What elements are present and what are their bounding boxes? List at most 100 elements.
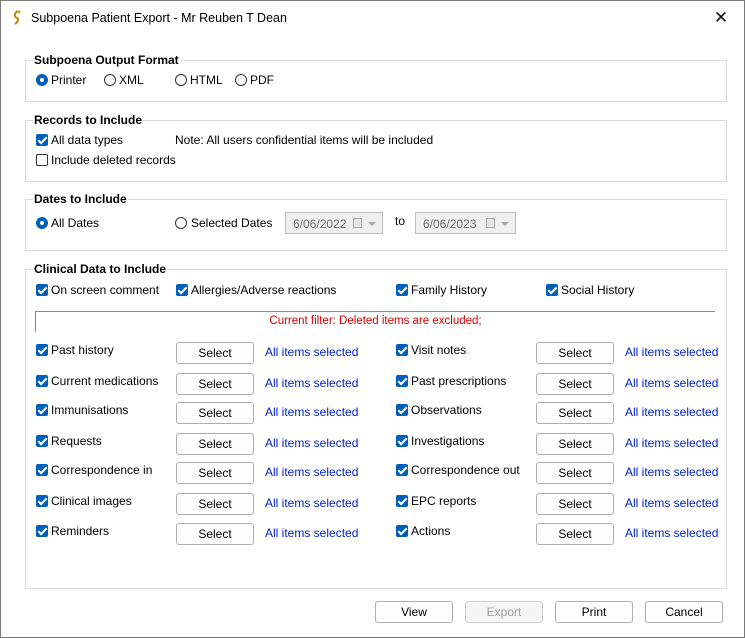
all-dates-label: All Dates bbox=[51, 216, 100, 230]
from-date-picker[interactable]: 6/06/2022 bbox=[285, 212, 383, 234]
right-item-checkbox[interactable] bbox=[396, 404, 408, 416]
select-button[interactable]: Select bbox=[536, 433, 614, 455]
radio-xml-label: XML bbox=[119, 73, 144, 87]
social-history-checkbox[interactable] bbox=[546, 284, 558, 296]
right-item-label: EPC reports bbox=[411, 494, 477, 508]
left-item-checkbox[interactable] bbox=[36, 525, 48, 537]
selection-status: All items selected bbox=[265, 496, 359, 510]
select-button[interactable]: Select bbox=[536, 462, 614, 484]
window-title: Subpoena Patient Export - Mr Reuben T De… bbox=[31, 11, 287, 25]
radio-printer-dot[interactable] bbox=[36, 74, 48, 86]
to-date-picker[interactable]: 6/06/2023 bbox=[415, 212, 516, 234]
select-button[interactable]: Select bbox=[176, 433, 254, 455]
left-item-checkbox[interactable] bbox=[36, 435, 48, 447]
left-item-label: Requests bbox=[51, 434, 102, 448]
family-history-label: Family History bbox=[411, 283, 488, 297]
selection-status: All items selected bbox=[625, 526, 719, 540]
radio-printer-label: Printer bbox=[51, 73, 87, 87]
view-button[interactable]: View bbox=[375, 601, 453, 623]
selection-status: All items selected bbox=[625, 465, 719, 479]
selected-dates-radio[interactable] bbox=[175, 217, 187, 229]
left-item-checkbox[interactable] bbox=[36, 375, 48, 387]
chevron-down-icon bbox=[501, 222, 509, 226]
records-group bbox=[25, 120, 727, 182]
radio-pdf-label: PDF bbox=[250, 73, 274, 87]
right-item-label: Correspondence out bbox=[411, 463, 520, 477]
select-button[interactable]: Select bbox=[176, 462, 254, 484]
left-item-checkbox[interactable] bbox=[36, 495, 48, 507]
radio-pdf-dot[interactable] bbox=[235, 74, 247, 86]
left-item-label: Reminders bbox=[51, 524, 110, 538]
selection-status: All items selected bbox=[265, 465, 359, 479]
select-button[interactable]: Select bbox=[536, 523, 614, 545]
selection-status: All items selected bbox=[265, 345, 359, 359]
right-item-label: Observations bbox=[411, 403, 482, 417]
cancel-button[interactable]: Cancel bbox=[645, 601, 723, 623]
select-button[interactable]: Select bbox=[536, 342, 614, 364]
to-date-value: 6/06/2023 bbox=[423, 217, 477, 231]
right-item-checkbox[interactable] bbox=[396, 435, 408, 447]
selection-status: All items selected bbox=[625, 345, 719, 359]
left-item-label: Correspondence in bbox=[51, 463, 153, 477]
filter-bar: Current filter: Deleted items are exclud… bbox=[35, 311, 715, 332]
export-dialog: Subpoena Patient Export - Mr Reuben T De… bbox=[0, 0, 745, 638]
left-item-checkbox[interactable] bbox=[36, 464, 48, 476]
records-title: Records to Include bbox=[33, 113, 144, 127]
app-icon bbox=[13, 10, 21, 25]
from-date-value: 6/06/2022 bbox=[293, 217, 347, 231]
allergies-checkbox[interactable] bbox=[176, 284, 188, 296]
calendar-icon bbox=[353, 218, 362, 228]
confidential-note: Note: All users confidential items will … bbox=[175, 133, 434, 147]
export-button[interactable]: Export bbox=[465, 601, 543, 623]
right-item-checkbox[interactable] bbox=[396, 375, 408, 387]
right-item-checkbox[interactable] bbox=[396, 344, 408, 356]
left-item-checkbox[interactable] bbox=[36, 404, 48, 416]
selection-status: All items selected bbox=[625, 436, 719, 450]
selection-status: All items selected bbox=[625, 405, 719, 419]
select-button[interactable]: Select bbox=[536, 373, 614, 395]
right-item-checkbox[interactable] bbox=[396, 495, 408, 507]
select-button[interactable]: Select bbox=[176, 373, 254, 395]
right-item-checkbox[interactable] bbox=[396, 464, 408, 476]
social-history-label: Social History bbox=[561, 283, 635, 297]
close-icon[interactable]: ✕ bbox=[698, 1, 744, 35]
radio-html-dot[interactable] bbox=[175, 74, 187, 86]
to-label: to bbox=[395, 214, 406, 228]
right-item-label: Actions bbox=[411, 524, 451, 538]
filter-text: Current filter: Deleted items are exclud… bbox=[269, 315, 482, 327]
select-button[interactable]: Select bbox=[176, 342, 254, 364]
select-button[interactable]: Select bbox=[536, 402, 614, 424]
select-button[interactable]: Select bbox=[176, 493, 254, 515]
radio-html-label: HTML bbox=[190, 73, 223, 87]
right-item-label: Visit notes bbox=[411, 343, 467, 357]
family-history-checkbox[interactable] bbox=[396, 284, 408, 296]
clinical-title: Clinical Data to Include bbox=[33, 262, 168, 276]
selection-status: All items selected bbox=[625, 376, 719, 390]
include-deleted-label: Include deleted records bbox=[51, 153, 176, 167]
on-screen-comment-checkbox[interactable] bbox=[36, 284, 48, 296]
title-bar: Subpoena Patient Export - Mr Reuben T De… bbox=[1, 1, 744, 35]
selected-dates-label: Selected Dates bbox=[191, 216, 273, 230]
allergies-label: Allergies/Adverse reactions bbox=[191, 283, 337, 297]
radio-xml-dot[interactable] bbox=[104, 74, 116, 86]
on-screen-comment-label: On screen comment bbox=[51, 283, 160, 297]
all-dates-radio[interactable] bbox=[36, 217, 48, 229]
right-item-label: Investigations bbox=[411, 434, 485, 448]
selection-status: All items selected bbox=[265, 526, 359, 540]
right-item-checkbox[interactable] bbox=[396, 525, 408, 537]
select-button[interactable]: Select bbox=[536, 493, 614, 515]
selection-status: All items selected bbox=[265, 405, 359, 419]
left-item-label: Past history bbox=[51, 343, 114, 357]
all-data-types-checkbox[interactable] bbox=[36, 134, 48, 146]
selection-status: All items selected bbox=[265, 376, 359, 390]
left-item-checkbox[interactable] bbox=[36, 344, 48, 356]
dates-title: Dates to Include bbox=[33, 192, 128, 206]
print-button[interactable]: Print bbox=[555, 601, 633, 623]
left-item-label: Immunisations bbox=[51, 403, 129, 417]
selection-status: All items selected bbox=[625, 496, 719, 510]
include-deleted-checkbox[interactable] bbox=[36, 154, 48, 166]
output-format-title: Subpoena Output Format bbox=[33, 53, 180, 67]
select-button[interactable]: Select bbox=[176, 402, 254, 424]
left-item-label: Clinical images bbox=[51, 494, 132, 508]
select-button[interactable]: Select bbox=[176, 523, 254, 545]
